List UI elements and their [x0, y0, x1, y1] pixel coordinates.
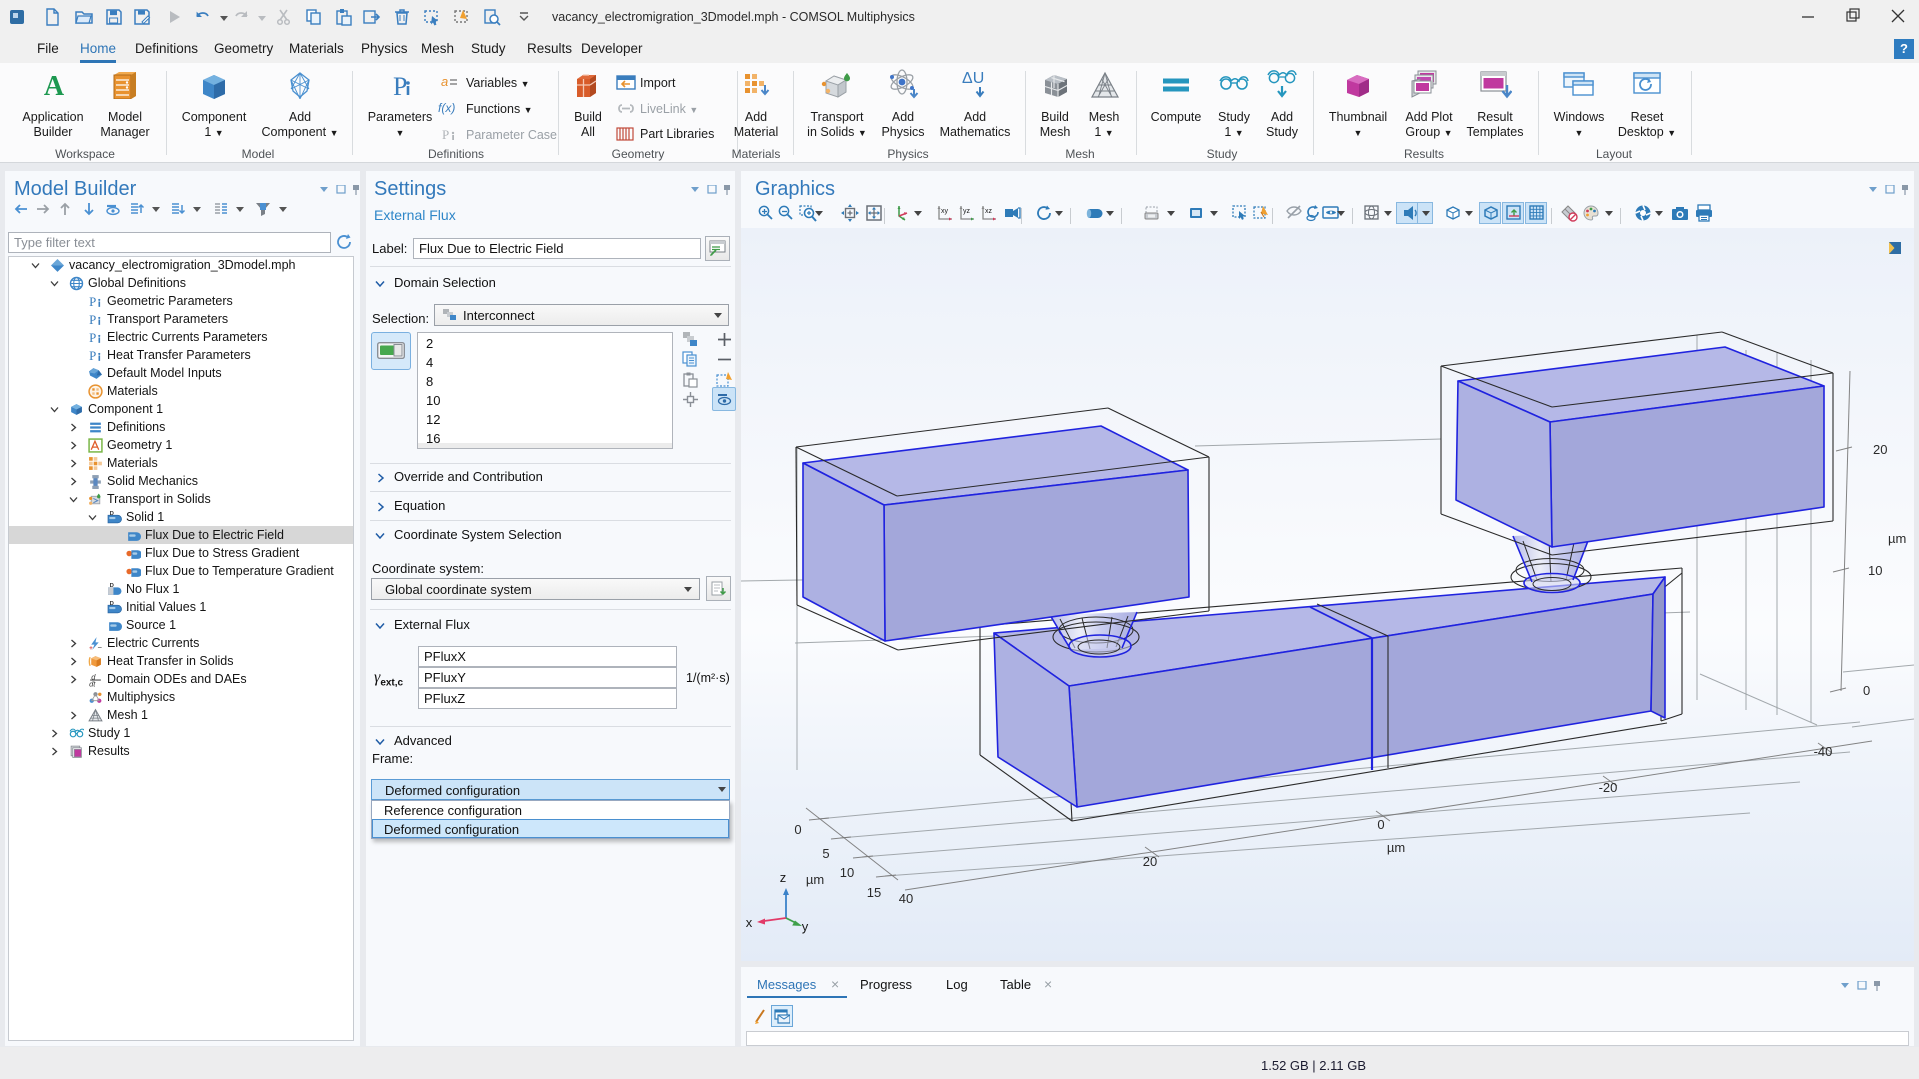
svg-text:P: P	[89, 349, 96, 363]
svg-text:0: 0	[1863, 683, 1870, 698]
svg-text:D: D	[110, 601, 114, 607]
svg-text:P: P	[442, 127, 449, 141]
svg-text:−: −	[98, 643, 103, 651]
svg-text:f(x): f(x)	[438, 101, 455, 115]
svg-text:-40: -40	[1814, 744, 1833, 759]
svg-text:5: 5	[822, 846, 829, 861]
svg-text:+: +	[89, 645, 93, 651]
svg-text:-20: -20	[1599, 780, 1618, 795]
svg-text:xz: xz	[985, 208, 993, 215]
svg-text:A: A	[44, 71, 65, 99]
svg-text:y: y	[802, 919, 809, 934]
svg-text:P: P	[89, 331, 96, 345]
svg-text:20: 20	[1873, 442, 1887, 457]
svg-text:a: a	[441, 75, 448, 89]
svg-text:15: 15	[867, 885, 881, 900]
svg-text:D: D	[110, 511, 114, 517]
svg-text:µm: µm	[806, 872, 824, 887]
svg-text:D: D	[110, 583, 114, 589]
svg-text:x: x	[746, 915, 753, 930]
svg-text:z: z	[780, 870, 787, 885]
svg-text:P: P	[89, 313, 96, 327]
svg-text:10: 10	[1868, 563, 1882, 578]
svg-text:µm: µm	[1888, 531, 1906, 546]
svg-text:0: 0	[1377, 817, 1384, 832]
svg-text:ΔU: ΔU	[962, 70, 984, 87]
svg-text:xy: xy	[941, 208, 949, 215]
svg-text:10: 10	[840, 865, 854, 880]
svg-text:40: 40	[899, 891, 913, 906]
svg-text:0: 0	[794, 822, 801, 837]
svg-text:dt: dt	[89, 679, 96, 687]
svg-text:20: 20	[1143, 854, 1157, 869]
svg-text:yz: yz	[963, 208, 971, 215]
svg-text:P: P	[89, 295, 96, 309]
svg-text:P: P	[393, 72, 407, 99]
svg-text:µm: µm	[1387, 840, 1405, 855]
